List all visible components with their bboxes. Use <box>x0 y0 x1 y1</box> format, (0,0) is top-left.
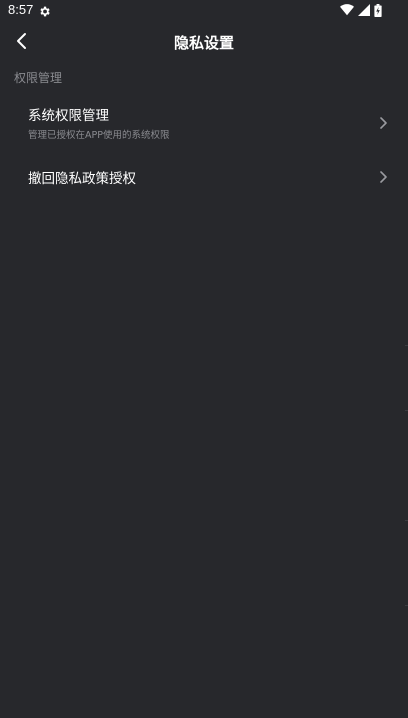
settings-gear-icon <box>38 3 51 17</box>
wifi-icon <box>340 4 354 16</box>
row-title: 撤回隐私政策授权 <box>28 171 136 187</box>
system-permissions-row[interactable]: 系统权限管理 管理已授权在APP使用的系统权限 <box>0 100 408 150</box>
section-header-permissions: 权限管理 <box>14 71 63 85</box>
chevron-right-icon <box>378 115 388 129</box>
page-title: 隐私设置 <box>173 34 234 52</box>
row-subtitle: 管理已授权在APP使用的系统权限 <box>28 130 170 141</box>
status-bar: 8:57 <box>0 0 408 22</box>
privacy-settings-screen: 8:57 隐私设置 权限管理 系统权限管理 管理已授权在APP使用的系统权限 撤… <box>0 0 408 718</box>
row-title: 系统权限管理 <box>28 108 109 124</box>
revoke-privacy-authorization-row[interactable]: 撤回隐私政策授权 <box>0 160 408 192</box>
cellular-signal-icon <box>358 4 370 16</box>
battery-charging-icon <box>374 3 382 17</box>
status-time: 8:57 <box>8 2 34 17</box>
app-header: 隐私设置 <box>0 22 408 60</box>
chevron-right-icon <box>378 169 388 183</box>
status-icons <box>340 3 382 17</box>
